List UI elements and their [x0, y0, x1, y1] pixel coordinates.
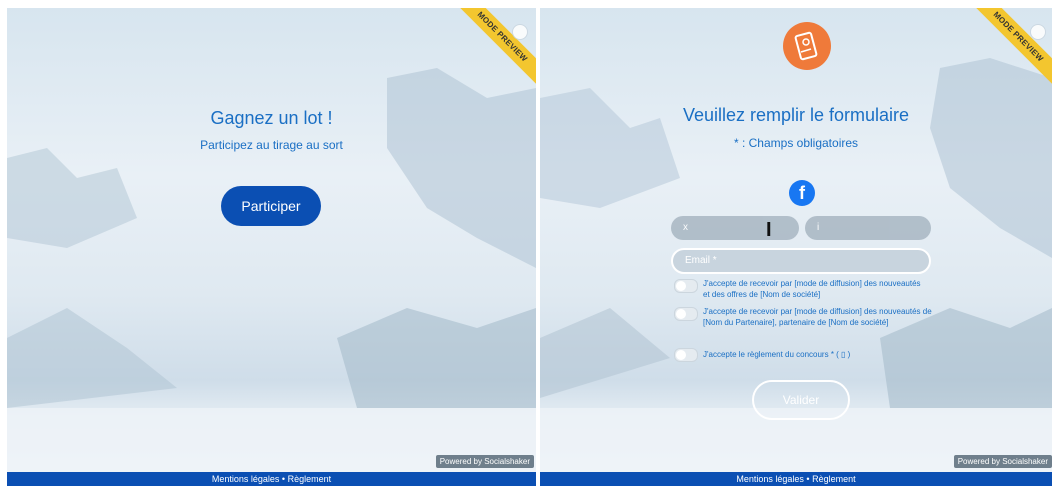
globe-icon[interactable] [512, 24, 528, 40]
globe-icon[interactable] [1030, 24, 1046, 40]
footer-bar: Mentions légales • Règlement [7, 472, 536, 486]
powered-by-badge[interactable]: Powered by Socialshaker [953, 455, 1052, 468]
page-subtitle: * : Champs obligatoires [733, 136, 859, 150]
email-field[interactable]: Email * [671, 248, 931, 274]
mentions-legales-link[interactable]: Mentions légales [736, 474, 804, 484]
page-title: Veuillez remplir le formulaire [682, 105, 910, 125]
facebook-icon[interactable]: f [789, 180, 815, 206]
consent-toggle-1[interactable] [674, 279, 698, 293]
ribbon-label: MODE PREVIEW [446, 8, 536, 93]
reglement-link[interactable]: Règlement [812, 474, 856, 484]
preview-panel-left: MODE PREVIEW Gagnez un lot ! Participez … [7, 8, 536, 486]
gift-card-icon [794, 31, 818, 61]
firstname-field[interactable]: x [671, 216, 799, 240]
footer-bar: Mentions légales • Règlement [540, 472, 1052, 486]
consent-toggle-2[interactable] [674, 307, 698, 321]
reglement-link[interactable]: Règlement [288, 474, 332, 484]
preview-panel-right: MODE PREVIEW Veuillez remplir le formula… [540, 8, 1052, 486]
consent-text-3: J'accepte le règlement du concours * ( ▯… [703, 350, 851, 359]
brand-logo [783, 22, 831, 70]
consent-text-1: J'accepte de recevoir par [mode de diffu… [703, 279, 921, 299]
ribbon-label: MODE PREVIEW [962, 8, 1052, 93]
powered-by-badge[interactable]: Powered by Socialshaker [435, 455, 534, 468]
footer-separator: • [803, 474, 813, 484]
mode-preview-ribbon: MODE PREVIEW [962, 8, 1052, 98]
consent-toggle-3[interactable] [674, 348, 698, 362]
consent-text-2: J'accepte de recevoir par [mode de diffu… [703, 307, 932, 327]
lastname-field[interactable]: i [805, 216, 931, 240]
text-cursor-icon: I [766, 219, 772, 241]
mentions-legales-link[interactable]: Mentions légales [212, 474, 280, 484]
page-title: Gagnez un lot ! [210, 108, 333, 128]
page-subtitle: Participez au tirage au sort [200, 138, 343, 152]
footer-separator: • [279, 474, 288, 484]
participer-button[interactable]: Participer [221, 186, 321, 226]
mode-preview-ribbon: MODE PREVIEW [446, 8, 536, 98]
valider-button[interactable]: Valider [752, 380, 850, 420]
